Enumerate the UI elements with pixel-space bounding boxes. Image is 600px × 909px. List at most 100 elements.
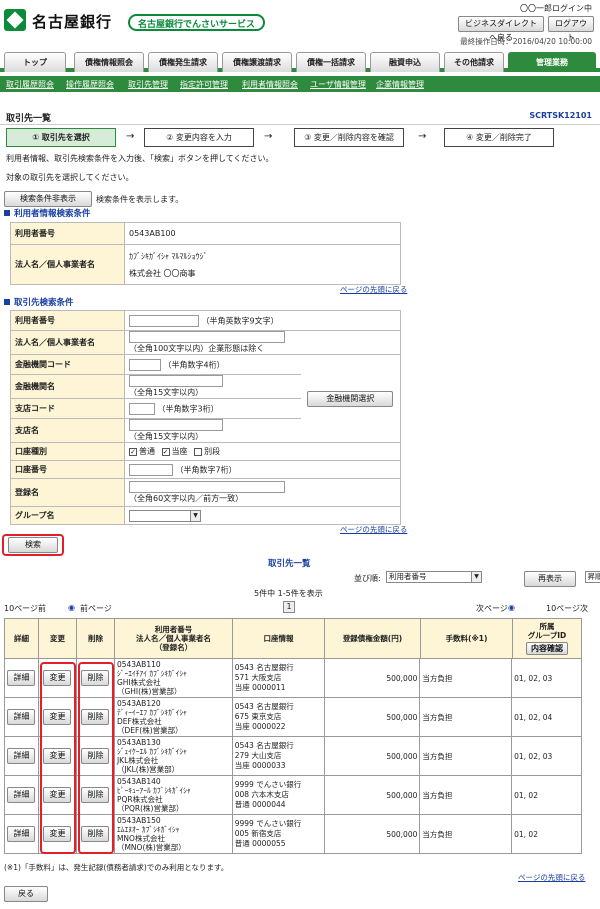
results-title: 取引先一覧 [268,559,311,569]
next-10-pages: 10ページ次 [546,604,589,613]
account-bank: 9999 でんさい銀行 [234,819,302,828]
account-type-touza-checkbox[interactable]: ✓ [161,447,170,456]
page-top-link[interactable]: ページの先頭に戻る [340,284,407,295]
toggle-search-conditions-button[interactable]: 検索条件非表示 [4,191,92,207]
step-arrow-icon: → [418,131,427,142]
prev-page-arrow-icon: ◉ [68,603,75,612]
tab-bulk-request[interactable]: 債権一括請求 [296,52,366,72]
tab-bond-inquiry[interactable]: 債権情報照会 [74,52,144,72]
tab-other-request[interactable]: その他請求 [444,52,504,72]
user-name-value: 株式会社 〇〇商事 [129,268,196,278]
tab-financing[interactable]: 融資申込 [370,52,440,72]
prev-10-pages: 10ページ前 [4,604,47,613]
col-detail-header: 詳細 [4,618,39,659]
account-number: 普通 0000055 [234,839,286,848]
search-corp-name-input[interactable] [129,331,285,343]
step-3-confirm: ③ 変更／削除内容を確認 [294,128,404,147]
subnav-user-info-management[interactable]: ユーザ情報管理 [310,79,366,90]
prev-page: 前ページ [80,604,112,613]
chevron-down-icon: ▼ [471,572,481,582]
sub-navigation: 取引履歴照会 操作履歴照会 取引先管理 指定許可管理 利用者情報照会 ユーザ情報… [0,76,600,92]
search-group-name-select[interactable]: ▼ [129,509,201,522]
search-account-number-label: 口座番号 [10,460,125,479]
tab-bond-transfer[interactable]: 債権譲渡請求 [222,52,292,72]
subnav-user-info-inquiry[interactable]: 利用者情報照会 [242,79,298,90]
partner-id: 0543AB130 [116,738,161,747]
sort-order-select[interactable]: 昇順▼ [584,571,600,583]
logout-button[interactable]: ログアウト [548,16,594,42]
service-name-badge: 名古屋銀行でんさいサービス [128,14,266,31]
subnav-operation-history[interactable]: 操作履歴照会 [66,79,114,90]
redisplay-button[interactable]: 再表示 [524,571,576,587]
next-page-arrow-icon: ◉ [508,603,515,612]
partner-name: JKL株式会社 [116,756,159,765]
detail-button[interactable]: 詳細 [7,787,36,803]
partner-kana: ｼﾞｰｴｲﾁｱｲ ｶﾌﾞｼｷｶﾞｲｼｬ [116,669,187,678]
search-corp-name-label: 法人名／個人事業者名 [10,330,125,355]
registered-amount: 500,000 [386,829,418,839]
results-count: 5件中 1-5件を表示 [254,589,323,598]
search-account-number-input[interactable] [129,463,173,476]
account-number: 当座 0000033 [234,761,286,770]
subnav-company-info-management[interactable]: 企業情報管理 [376,79,424,90]
search-user-number-input[interactable] [129,314,199,327]
detail-button[interactable]: 詳細 [7,709,36,725]
partner-name: PQR株式会社 [116,795,163,804]
instruction-line-1: 利用者情報、取引先検索条件を入力後、「検索」ボタンを押してください。 [6,154,274,163]
user-name-cell: ｶﾌﾞｼｷｶﾞｲｼｬ ﾏﾙﾏﾙｼｮｳｼﾞ 株式会社 〇〇商事 [124,244,401,285]
bank-select-button[interactable]: 金融機関選択 [307,390,394,407]
bank-name: 名古屋銀行 [32,13,113,31]
back-button[interactable]: 戻る [4,886,48,902]
account-type-futsu-checkbox[interactable]: ✓ [129,447,137,456]
search-branch-code-input[interactable] [129,402,155,415]
page-top-link[interactable]: ページの先頭に戻る [518,872,585,883]
search-account-number-hint: （半角数字7桁） [175,465,237,474]
fee-bearer: 当方負担 [422,712,453,722]
search-user-number-label: 利用者番号 [10,310,125,331]
sort-label: 並び順: [354,574,381,583]
search-button[interactable]: 検索 [8,537,58,553]
account-type-betsudan-checkbox[interactable] [194,447,203,456]
tab-management[interactable]: 管理業務 [508,52,596,72]
detail-button[interactable]: 詳細 [7,748,36,764]
partner-registered-name: （DEF(株)営業部） [116,726,183,735]
content-confirm-button[interactable]: 内容確認 [526,642,568,655]
subnav-transaction-history[interactable]: 取引履歴照会 [6,79,54,90]
page-number-1[interactable]: 1 [283,601,295,613]
search-branch-name-label: 支店名 [10,418,125,443]
search-registered-name-input[interactable] [129,481,285,493]
partner-kana: ﾃﾞｨｰｲｰｴﾌ ｶﾌﾞｼｷｶﾞｲｼｬ [116,708,187,717]
page-top-link[interactable]: ページの先頭に戻る [340,524,407,535]
step-1-select-partner: ① 取引先を選択 [6,128,116,147]
search-section-title: 取引先検索条件 [4,296,74,308]
search-bank-name-input[interactable] [129,375,223,387]
sort-order-value: 昇順 [587,572,600,581]
subnav-partner-management[interactable]: 取引先管理 [128,79,168,90]
account-type-futsu-label: 普通 [139,447,155,456]
fee-footnote: (※1)「手数料」は、発生記録(債務者請求)でのみ利用となります。 [4,863,229,872]
registered-amount: 500,000 [386,673,418,683]
search-bank-code-input[interactable] [129,358,161,371]
search-user-number-hint: （半角英数字9文字） [201,316,279,325]
instruction-line-2: 対象の取引先を選択してください。 [6,173,134,182]
search-branch-name-input[interactable] [129,419,223,431]
sort-field-select[interactable]: 利用者番号 ▼ [386,571,482,583]
last-operation-time: 最終操作日時：2016/04/20 10:00:00 [460,37,592,46]
col-fee-header: 手数料(※1) [420,618,513,659]
subnav-permission-management[interactable]: 指定許可管理 [180,79,228,90]
biz-direct-back-button[interactable]: ビジネスダイレクトへ戻る [458,16,544,42]
account-number: 当座 0000022 [234,722,286,731]
search-group-name-label: グループ名 [10,506,125,525]
detail-button[interactable]: 詳細 [7,826,36,842]
partner-kana: ﾋﾟｰｷｭｰｱｰﾙ ｶﾌﾞｼｷｶﾞｲｼｬ [116,786,191,795]
partner-id: 0543AB150 [116,816,161,825]
search-registered-name-hint: （全角60文字以内／前方一致） [129,494,244,503]
detail-button[interactable]: 詳細 [7,670,36,686]
tab-bond-issue[interactable]: 債権発生請求 [148,52,218,72]
toggle-search-note: 検索条件を表示します。 [96,195,184,204]
sort-field-value: 利用者番号 [389,572,427,581]
tab-top[interactable]: トップ [4,52,66,72]
group-ids: 01, 02 [514,790,538,800]
chevron-down-icon: ▼ [190,510,200,521]
col-delete-header: 削除 [76,618,115,659]
